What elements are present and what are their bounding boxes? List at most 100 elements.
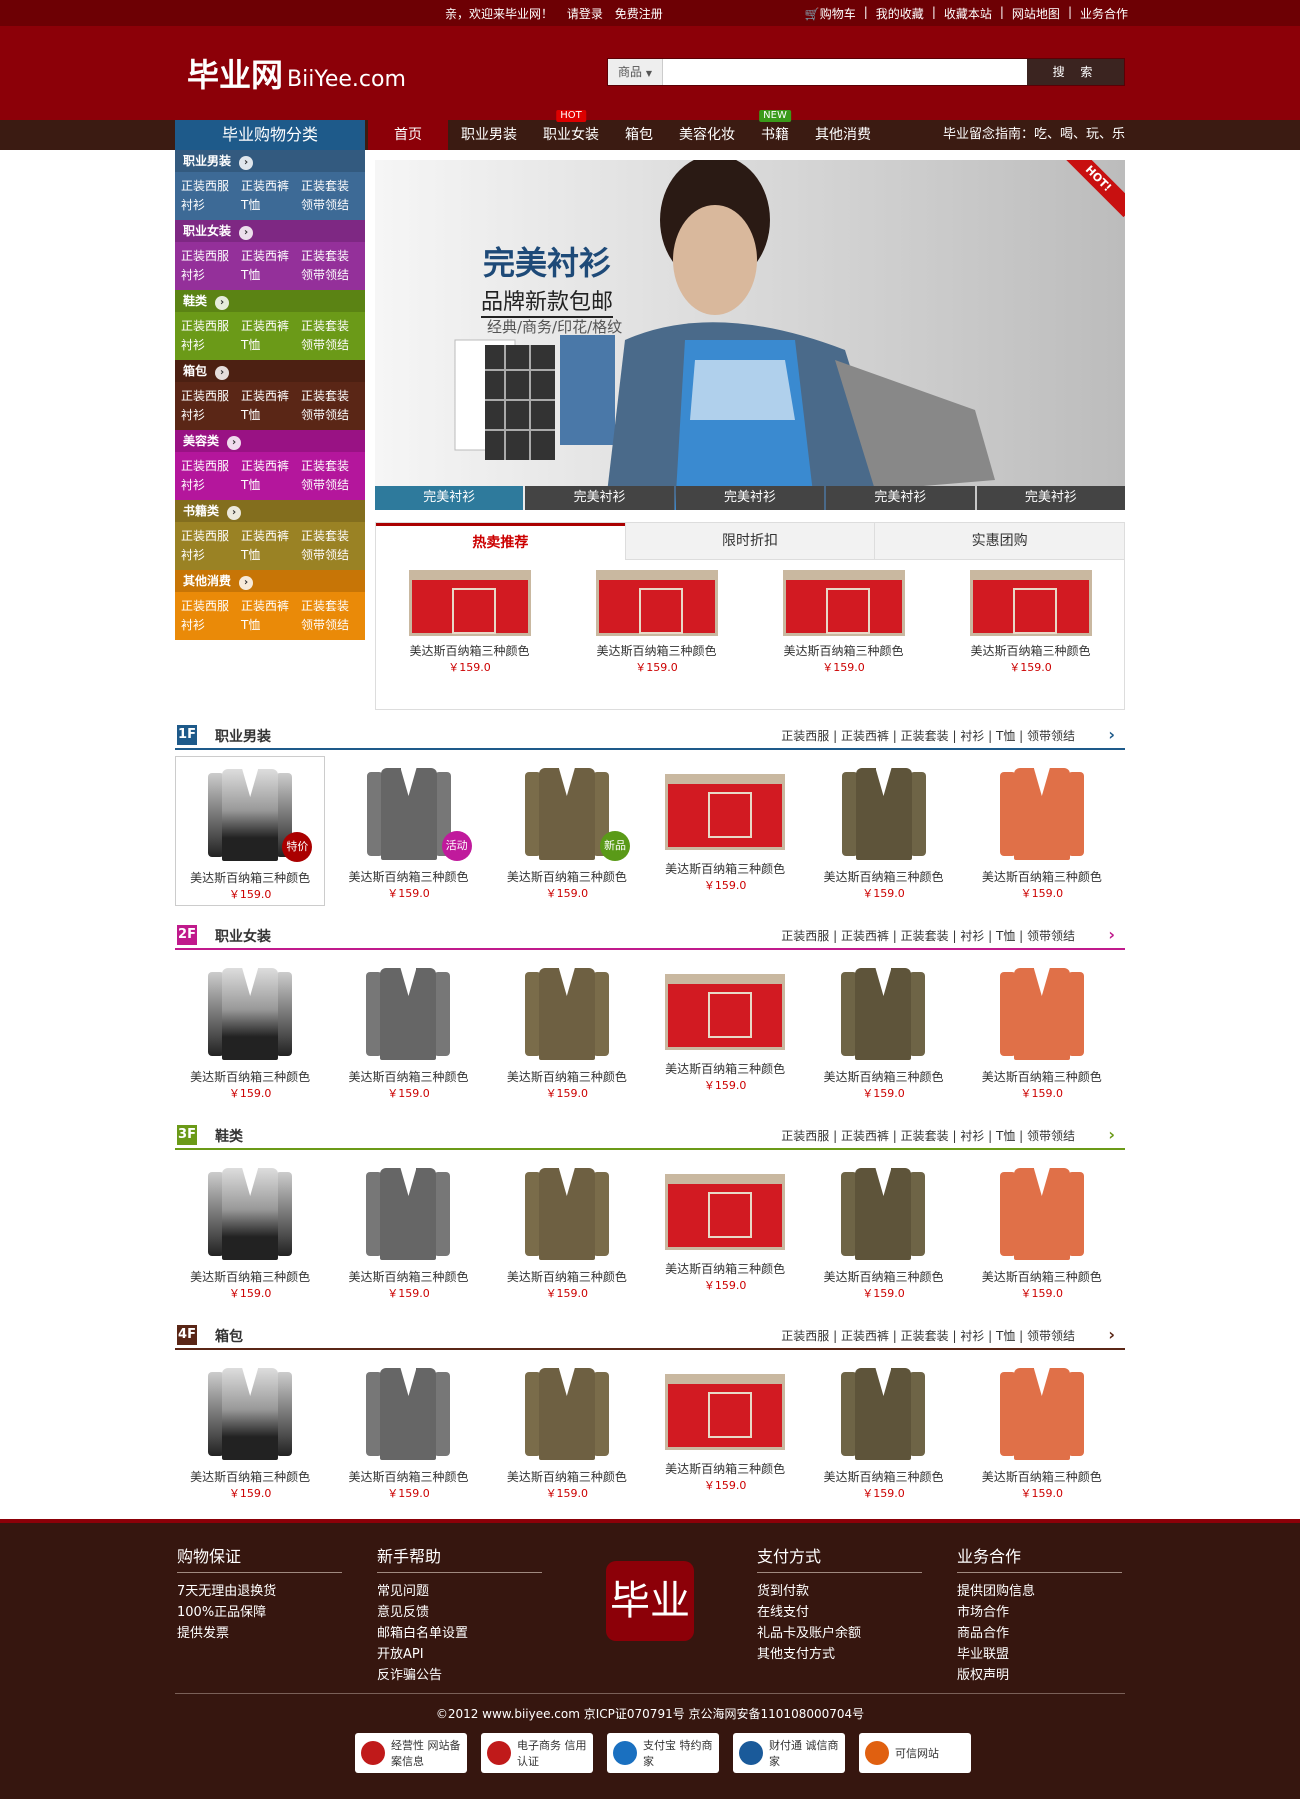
site-logo[interactable]: 毕业网 BiiYee.com (187, 50, 406, 96)
sidebar-link[interactable]: 正装西裤 (241, 177, 301, 194)
chevron-right-icon[interactable]: › (1108, 725, 1115, 744)
product-card[interactable]: 美达斯百纳箱三种颜色 ￥159.0 (808, 1356, 958, 1506)
sidebar-link[interactable]: 领带领结 (301, 336, 361, 353)
footer-link[interactable]: 意见反馈 (377, 1602, 542, 1623)
sidebar-category-header[interactable]: 箱包 › (175, 360, 365, 382)
sidebar-category-header[interactable]: 美容类 › (175, 430, 365, 452)
sidebar-link[interactable]: 衬衫 (181, 476, 241, 493)
sidebar-link[interactable]: 正装西服 (181, 527, 241, 544)
sidebar-category-header[interactable]: 其他消费 › (175, 570, 365, 592)
product-card[interactable]: 美达斯百纳箱三种颜色 ￥159.0 (175, 1356, 325, 1506)
trust-badge[interactable]: 电子商务 信用认证 (481, 1733, 593, 1773)
login-link[interactable]: 请登录 (567, 7, 603, 21)
sidebar-link[interactable]: 正装套装 (301, 177, 361, 194)
footer-link[interactable]: 常见问题 (377, 1581, 542, 1602)
product-card[interactable]: 美达斯百纳箱三种颜色 ￥159.0 (333, 1156, 483, 1306)
sidebar-link[interactable]: 正装西服 (181, 317, 241, 334)
sidebar-link[interactable]: 正装西服 (181, 597, 241, 614)
sidebar-link[interactable]: T恤 (241, 616, 301, 633)
footer-link[interactable]: 商品合作 (957, 1623, 1122, 1644)
sidebar-link[interactable]: T恤 (241, 476, 301, 493)
sidebar-link[interactable]: 正装西裤 (241, 387, 301, 404)
sidebar-category-header[interactable]: 鞋类 › (175, 290, 365, 312)
product-card[interactable]: 美达斯百纳箱三种颜色 ￥159.0 (492, 1156, 642, 1306)
product-card[interactable]: 美达斯百纳箱三种颜色 ￥159.0 (967, 1156, 1117, 1306)
nav-item-1[interactable]: 职业男装 (448, 120, 530, 150)
product-card[interactable]: 美达斯百纳箱三种颜色 ￥159.0 (175, 956, 325, 1106)
sidebar-link[interactable]: 正装套装 (301, 387, 361, 404)
sidebar-link[interactable]: 衬衫 (181, 266, 241, 283)
product-card[interactable]: 特价 美达斯百纳箱三种颜色 ￥159.0 (175, 756, 326, 906)
footer-link[interactable]: 货到付款 (757, 1581, 922, 1602)
footer-link[interactable]: 7天无理由退换货 (177, 1581, 342, 1602)
sidebar-link[interactable]: 正装西服 (181, 177, 241, 194)
banner-tab-1[interactable]: 完美衬衫 (525, 486, 674, 510)
sidebar-link[interactable]: T恤 (241, 406, 301, 423)
sidebar-link[interactable]: 正装西服 (181, 457, 241, 474)
sidebar-link[interactable]: 正装西裤 (241, 597, 301, 614)
product-card[interactable]: 美达斯百纳箱三种颜色 ￥159.0 (175, 1156, 325, 1306)
product-card[interactable]: 美达斯百纳箱三种颜色 ￥159.0 (333, 1356, 483, 1506)
sidebar-link[interactable]: 领带领结 (301, 406, 361, 423)
sidebar-category-header[interactable]: 职业男装 › (175, 150, 365, 172)
footer-link[interactable]: 反诈骗公告 (377, 1665, 542, 1686)
banner-tab-4[interactable]: 完美衬衫 (976, 486, 1125, 510)
product-card[interactable]: 美达斯百纳箱三种颜色 ￥159.0 (808, 956, 958, 1106)
sidebar-link[interactable]: T恤 (241, 336, 301, 353)
footer-link[interactable]: 毕业联盟 (957, 1644, 1122, 1665)
sidebar-link[interactable]: T恤 (241, 266, 301, 283)
sidebar-link[interactable]: 领带领结 (301, 616, 361, 633)
product-card[interactable]: 美达斯百纳箱三种颜色 ￥159.0 (967, 756, 1117, 906)
tab-group[interactable]: 实惠团购 (874, 523, 1125, 560)
nav-item-2[interactable]: 职业女装 HOT (530, 110, 612, 150)
search-category-select[interactable]: 商品 ▼ (608, 59, 663, 85)
product-card[interactable]: 活动 美达斯百纳箱三种颜色 ￥159.0 (333, 756, 483, 906)
product-card[interactable]: 美达斯百纳箱三种颜色 ￥159.0 (808, 1156, 958, 1306)
bookmark-link[interactable]: 收藏本站 (944, 5, 992, 22)
trust-badge[interactable]: 经营性 网站备案信息 (355, 1733, 467, 1773)
product-card[interactable]: 美达斯百纳箱三种颜色 ￥159.0 (937, 570, 1124, 675)
product-card[interactable]: 美达斯百纳箱三种颜色 ￥159.0 (650, 756, 800, 906)
sidebar-link[interactable]: 衬衫 (181, 336, 241, 353)
nav-item-5[interactable]: 书籍 NEW (748, 110, 802, 150)
sidebar-link[interactable]: 衬衫 (181, 616, 241, 633)
sidebar-link[interactable]: 正装套装 (301, 247, 361, 264)
floor-links[interactable]: 正装西服 | 正装西裤 | 正装套装 | 衬衫 | T恤 | 领带领结 (781, 727, 1075, 744)
trust-badge[interactable]: 可信网站 (859, 1733, 971, 1773)
cart-link[interactable]: 🛒购物车 (805, 5, 856, 22)
floor-links[interactable]: 正装西服 | 正装西裤 | 正装套装 | 衬衫 | T恤 | 领带领结 (781, 927, 1075, 944)
sidebar-link[interactable]: 衬衫 (181, 406, 241, 423)
search-button[interactable]: 搜 索 (1027, 59, 1124, 85)
product-card[interactable]: 美达斯百纳箱三种颜色 ￥159.0 (563, 570, 750, 675)
sidebar-link[interactable]: 衬衫 (181, 546, 241, 563)
banner-tab-0[interactable]: 完美衬衫 (375, 486, 524, 510)
footer-link[interactable]: 礼品卡及账户余额 (757, 1623, 922, 1644)
product-card[interactable]: 美达斯百纳箱三种颜色 ￥159.0 (333, 956, 483, 1106)
nav-item-0[interactable]: 首页 (368, 120, 448, 150)
product-card[interactable]: 美达斯百纳箱三种颜色 ￥159.0 (967, 1356, 1117, 1506)
footer-link[interactable]: 市场合作 (957, 1602, 1122, 1623)
footer-link[interactable]: 提供发票 (177, 1623, 342, 1644)
sidebar-link[interactable]: 正装套装 (301, 457, 361, 474)
footer-link[interactable]: 在线支付 (757, 1602, 922, 1623)
banner-tab-2[interactable]: 完美衬衫 (675, 486, 825, 510)
sidebar-link[interactable]: 正装套装 (301, 527, 361, 544)
tab-hot[interactable]: 热卖推荐 (376, 523, 625, 560)
floor-links[interactable]: 正装西服 | 正装西裤 | 正装套装 | 衬衫 | T恤 | 领带领结 (781, 1127, 1075, 1144)
sidebar-link[interactable]: 领带领结 (301, 196, 361, 213)
sidebar-link[interactable]: 正装西裤 (241, 247, 301, 264)
sidebar-link[interactable]: 正装西裤 (241, 457, 301, 474)
footer-link[interactable]: 邮箱白名单设置 (377, 1623, 542, 1644)
trust-badge[interactable]: 支付宝 特约商家 (607, 1733, 719, 1773)
product-card[interactable]: 美达斯百纳箱三种颜色 ￥159.0 (650, 956, 800, 1106)
product-card[interactable]: 美达斯百纳箱三种颜色 ￥159.0 (808, 756, 958, 906)
sidebar-link[interactable]: 正装套装 (301, 317, 361, 334)
sidebar-link[interactable]: 领带领结 (301, 266, 361, 283)
favorites-link[interactable]: 我的收藏 (876, 5, 924, 22)
product-card[interactable]: 新品 美达斯百纳箱三种颜色 ￥159.0 (492, 756, 642, 906)
sidebar-link[interactable]: T恤 (241, 546, 301, 563)
product-card[interactable]: 美达斯百纳箱三种颜色 ￥159.0 (650, 1156, 800, 1306)
nav-item-4[interactable]: 美容化妆 (666, 120, 748, 150)
footer-link[interactable]: 开放API (377, 1644, 542, 1665)
footer-link[interactable]: 其他支付方式 (757, 1644, 922, 1665)
